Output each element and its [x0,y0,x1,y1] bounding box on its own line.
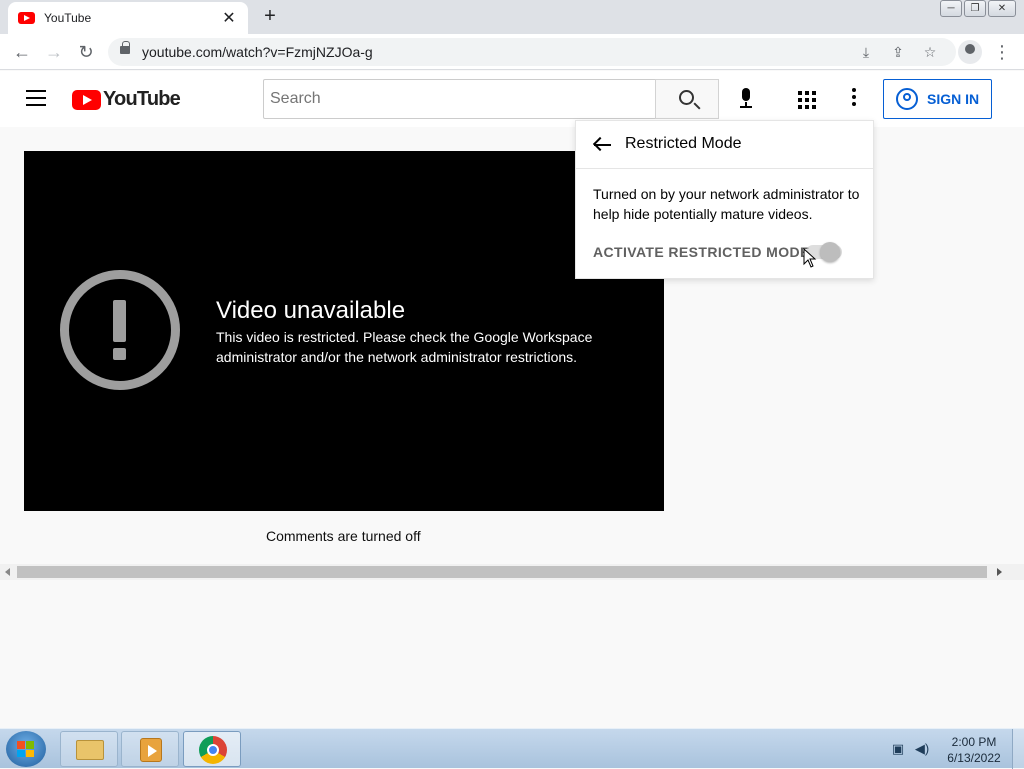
chrome-icon [199,736,227,764]
scrollbar-thumb[interactable] [17,566,987,578]
windows-logo-icon [17,741,35,757]
comments-status: Comments are turned off [266,528,421,544]
restore-button[interactable]: ❐ [964,0,986,17]
bookmark-star-icon[interactable]: ☆ [920,42,940,62]
new-tab-button[interactable]: + [259,4,281,28]
taskbar-chrome[interactable] [183,731,241,767]
network-icon[interactable]: ▣ [890,741,906,757]
popup-title: Restricted Mode [625,135,742,152]
horizontal-scrollbar[interactable] [0,564,1024,580]
address-bar[interactable]: youtube.com/watch?v=FzmjNZJOa-g ⤓ ⇪ ☆ [108,38,956,66]
youtube-logo[interactable]: YouTube [72,88,181,111]
sign-in-button[interactable]: SIGN IN [883,79,992,119]
youtube-logo-text: YouTube [103,88,181,110]
restricted-mode-description: Turned on by your network administrator … [593,186,860,222]
back-icon[interactable]: ← [10,40,34,64]
taskbar-explorer[interactable] [60,731,118,767]
search-input[interactable] [264,80,655,118]
minimize-button[interactable]: ─ [940,0,962,17]
sign-in-label: SIGN IN [927,91,980,107]
url-text[interactable]: youtube.com/watch?v=FzmjNZJOa-g [142,44,373,60]
browser-toolbar: ← → ↻ youtube.com/watch?v=FzmjNZJOa-g ⤓ … [0,34,1024,70]
forward-icon[interactable]: → [42,40,66,64]
close-window-button[interactable]: ✕ [988,0,1016,17]
video-unavailable-message: This video is restricted. Please check t… [216,329,593,365]
window-controls: ─ ❐ ✕ [940,0,1016,17]
search-icon [679,90,694,105]
youtube-favicon-icon [18,12,35,24]
popup-header: Restricted Mode [576,121,873,169]
video-unavailable-title: Video unavailable [216,297,406,324]
search-button[interactable] [655,79,719,119]
close-tab-icon[interactable]: ✕ [220,8,238,28]
show-desktop-button[interactable] [1012,729,1024,769]
clock-date: 6/13/2022 [947,751,1001,765]
taskbar-clock[interactable]: 2:00 PM 6/13/2022 [940,734,1008,766]
scroll-left-icon[interactable] [5,568,10,576]
apps-grid-icon[interactable] [798,91,816,109]
hamburger-menu-icon[interactable] [26,90,46,106]
youtube-header: YouTube SIGN IN [0,71,1024,127]
windows-taskbar: ▣ ◀) 2:00 PM 6/13/2022 [0,728,1024,769]
browser-menu-icon[interactable]: ⋮ [992,40,1012,64]
search-box[interactable] [263,79,656,119]
lock-icon[interactable] [120,41,130,54]
tab-title: YouTube [44,11,92,25]
account-icon [896,88,918,110]
reload-icon[interactable]: ↻ [74,40,98,64]
settings-more-icon[interactable] [844,88,864,110]
browser-tab-strip: YouTube ✕ + ─ ❐ ✕ [0,0,1024,34]
video-player[interactable]: Video unavailable This video is restrict… [24,151,664,511]
back-arrow-icon[interactable] [592,135,612,155]
mouse-cursor-icon [803,248,817,268]
share-icon[interactable]: ⇪ [888,42,908,62]
volume-icon[interactable]: ◀) [914,741,930,757]
start-button[interactable] [6,731,46,767]
media-player-icon [140,738,162,762]
clock-time: 2:00 PM [951,735,997,749]
profile-avatar-icon[interactable] [958,40,982,64]
warning-icon-dot [113,348,126,360]
youtube-play-icon [72,89,101,110]
taskbar-media-player[interactable] [121,731,179,767]
scroll-right-icon[interactable] [997,568,1002,576]
restricted-mode-toggle-label: ACTIVATE RESTRICTED MODE [593,244,810,260]
install-icon[interactable]: ⤓ [856,42,876,62]
microphone-icon[interactable] [736,88,756,110]
restricted-mode-popup: Restricted Mode Turned on by your networ… [575,120,874,279]
folder-icon [76,740,104,760]
browser-tab[interactable]: YouTube ✕ [8,2,248,34]
warning-icon-bar [113,300,126,342]
